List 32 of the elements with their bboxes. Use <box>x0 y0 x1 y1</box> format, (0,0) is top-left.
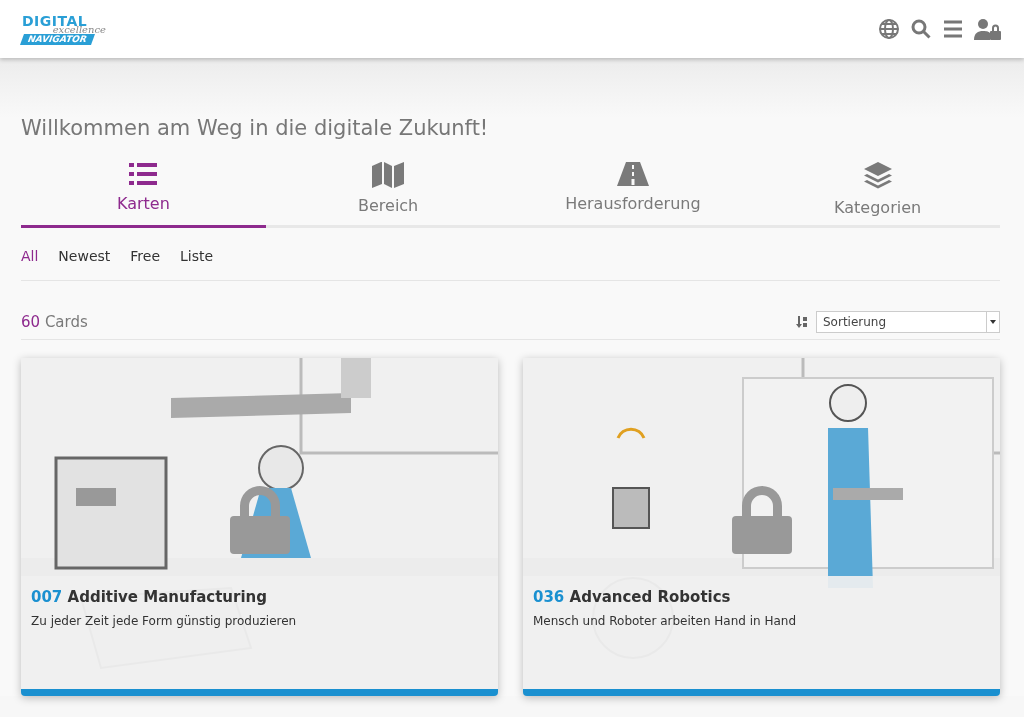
filter-link[interactable]: Liste <box>180 248 214 264</box>
menu-button[interactable] <box>942 18 964 40</box>
topic-card[interactable]: 036 Advanced Robotics Mensch und Roboter arbeiten Hand in Hand <box>523 358 1000 696</box>
topic-card[interactable]: 007 Additive Manufacturing Zu jeder Zeit jede Form günstig produzieren <box>21 358 498 696</box>
logo[interactable]: DIGITAL excellence NAVIGATOR <box>22 13 106 45</box>
card-subtitle: Zu jeder Zeit jede Form günstig produzieren <box>31 614 298 628</box>
map-icon <box>372 162 405 188</box>
road-icon <box>616 162 649 186</box>
tab[interactable]: Karten <box>21 162 266 228</box>
sort-dropdown[interactable]: Sortierung <box>816 311 1000 333</box>
layers-icon <box>863 162 892 190</box>
search-button[interactable] <box>910 18 932 40</box>
menu-icon <box>942 18 964 40</box>
sort-icon <box>796 316 808 328</box>
search-icon <box>910 18 932 40</box>
card-title: 007 Additive Manufacturing <box>31 588 268 606</box>
card-subtitle: Mensch und Roboter arbeiten Hand in Hand <box>533 614 798 628</box>
filter-link[interactable]: Newest <box>58 248 111 264</box>
filter-link[interactable]: Free <box>130 248 160 264</box>
card-title: 036 Advanced Robotics <box>533 588 732 606</box>
tab[interactable]: Kategorien <box>755 162 1000 228</box>
list-icon <box>129 162 158 186</box>
tab[interactable]: Herausforderung <box>510 162 756 228</box>
user-lock-icon <box>974 18 1002 40</box>
globe-icon <box>878 18 900 40</box>
tab[interactable]: Bereich <box>265 162 511 228</box>
card-count: 60 Cards <box>21 313 88 331</box>
user-lock-button[interactable] <box>974 18 1002 40</box>
filter-link[interactable]: All <box>21 248 39 264</box>
page-heading: Willkommen am Weg in die digitale Zukunft! <box>21 115 490 142</box>
caret-icon <box>990 320 996 324</box>
globe-button[interactable] <box>878 18 900 40</box>
